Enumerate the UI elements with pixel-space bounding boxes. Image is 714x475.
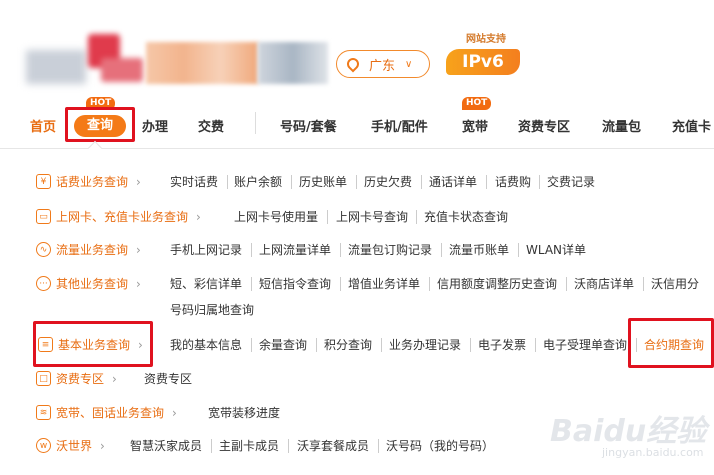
highlight-box-basic-query xyxy=(33,321,153,367)
menu-link[interactable]: 话费购 xyxy=(495,173,531,190)
menu-link[interactable]: 历史欠费 xyxy=(364,173,412,190)
menu-link[interactable]: 流量币账单 xyxy=(449,241,509,258)
chevron-right-icon: › xyxy=(112,371,117,386)
menu-link[interactable]: 增值业务详单 xyxy=(348,275,420,292)
nav-underline xyxy=(0,148,714,149)
menu-row: ··· 其他业务查询 › 短、彩信详单 短信指令查询 增值业务详单 信用额度调整… xyxy=(0,275,714,317)
menu-link[interactable]: 我的基本信息 xyxy=(170,336,242,353)
menu-link[interactable]: 手机上网记录 xyxy=(170,241,242,258)
category-label: 流量业务查询 xyxy=(56,243,129,257)
menu-link[interactable]: 上网卡号使用量 xyxy=(234,208,318,225)
menu-link[interactable]: 上网卡号查询 xyxy=(336,208,408,225)
menu-link[interactable]: 充值卡状态查询 xyxy=(424,208,508,225)
nav-broadband[interactable]: 宽带 xyxy=(462,116,488,135)
watermark-subtext: jingyan.baidu.com xyxy=(602,446,704,459)
nav-divider xyxy=(255,112,256,134)
chevron-down-icon: ∨ xyxy=(405,58,413,70)
menu-link[interactable]: 历史账单 xyxy=(299,173,347,190)
hot-badge: HOT xyxy=(462,97,492,110)
card-icon: ▭ xyxy=(36,209,51,224)
nav-tariff-zone[interactable]: 资费专区 xyxy=(518,116,570,135)
nav-home[interactable]: 首页 xyxy=(30,116,56,135)
menu-link[interactable]: 沃号码（我的号码） xyxy=(386,437,494,454)
yuan-icon: ¥ xyxy=(36,174,51,189)
nav-handle[interactable]: 办理 xyxy=(142,116,168,135)
menu-link[interactable]: 宽带装移进度 xyxy=(208,404,280,421)
category-label: 宽带、固话业务查询 xyxy=(56,406,165,420)
menu-category[interactable]: ▭ 上网卡、充值卡业务查询 › xyxy=(36,208,201,225)
location-pin-icon xyxy=(344,55,362,73)
broadband-icon: ≋ xyxy=(36,405,51,420)
menu-link[interactable]: 信用额度调整历史查询 xyxy=(437,275,557,292)
folder-icon: □ xyxy=(36,371,51,386)
menu-link[interactable]: 业务办理记录 xyxy=(389,336,461,353)
menu-link[interactable]: 沃享套餐成员 xyxy=(297,437,369,454)
nav-pay[interactable]: 交费 xyxy=(198,116,224,135)
chevron-right-icon: › xyxy=(196,209,201,224)
nav-phone-accessories[interactable]: 手机/配件 xyxy=(371,116,428,135)
highlight-box-contract-query xyxy=(628,318,714,368)
watermark-text: Baidu经验 xyxy=(550,414,707,449)
menu-link[interactable]: 余量查询 xyxy=(259,336,307,353)
site-logo[interactable] xyxy=(26,28,143,88)
menu-link[interactable]: 实时话费 xyxy=(170,173,218,190)
menu-category[interactable]: w 沃世界 › xyxy=(36,437,105,454)
menu-link[interactable]: 沃商店详单 xyxy=(574,275,634,292)
menu-link[interactable]: 短信指令查询 xyxy=(259,275,331,292)
menu-category[interactable]: ∿ 流量业务查询 › xyxy=(36,241,141,258)
menu-row: ▭ 上网卡、充值卡业务查询 › 上网卡号使用量 上网卡号查询 充值卡状态查询 xyxy=(0,208,714,234)
chevron-right-icon: › xyxy=(136,276,141,291)
traffic-wave-icon: ∿ xyxy=(36,242,51,257)
category-label: 话费业务查询 xyxy=(56,175,129,189)
category-label: 其他业务查询 xyxy=(56,277,129,291)
menu-link[interactable]: 流量包订购记录 xyxy=(348,241,432,258)
wo-world-icon: w xyxy=(36,438,51,453)
menu-link[interactable]: 账户余额 xyxy=(234,173,282,190)
nav-number-plan[interactable]: 号码/套餐 xyxy=(280,116,337,135)
nav-recharge-card[interactable]: 充值卡 xyxy=(672,116,711,135)
menu-link[interactable]: 号码归属地查询 xyxy=(170,301,254,318)
ipv6-badge-group: 网站支持 IPv6 xyxy=(446,30,526,78)
menu-row: ∿ 流量业务查询 › 手机上网记录 上网流量详单 流量包订购记录 流量币账单 W… xyxy=(0,241,714,267)
menu-category[interactable]: □ 资费专区 › xyxy=(36,370,117,387)
menu-link[interactable]: 积分查询 xyxy=(324,336,372,353)
baidu-watermark: Baidu经验 jingyan.baidu.com xyxy=(550,388,710,468)
category-label: 上网卡、充值卡业务查询 xyxy=(56,210,189,224)
menu-link[interactable]: 短、彩信详单 xyxy=(170,275,242,292)
menu-link[interactable]: 资费专区 xyxy=(144,370,192,387)
menu-link[interactable]: 智慧沃家成员 xyxy=(130,437,202,454)
ipv6-caption: 网站支持 xyxy=(466,34,506,45)
menu-category[interactable]: ¥ 话费业务查询 › xyxy=(36,173,141,190)
menu-link[interactable]: 电子发票 xyxy=(478,336,526,353)
menu-link[interactable]: 通话详单 xyxy=(429,173,477,190)
menu-category[interactable]: ≋ 宽带、固话业务查询 › xyxy=(36,404,177,421)
menu-link[interactable]: WLAN详单 xyxy=(526,241,586,258)
menu-link[interactable]: 电子受理单查询 xyxy=(543,336,627,353)
site-name-blurred xyxy=(146,42,328,84)
chevron-right-icon: › xyxy=(136,174,141,189)
menu-link[interactable]: 交费记录 xyxy=(547,173,595,190)
more-dots-icon: ··· xyxy=(36,276,51,291)
category-label: 资费专区 xyxy=(56,372,105,386)
menu-link[interactable]: 主副卡成员 xyxy=(219,437,279,454)
nav-data-pack[interactable]: 流量包 xyxy=(602,116,641,135)
city-label: 广东 xyxy=(369,58,396,74)
highlight-box-query xyxy=(65,107,135,142)
menu-link[interactable]: 上网流量详单 xyxy=(259,241,331,258)
menu-category[interactable]: ··· 其他业务查询 › xyxy=(36,275,141,292)
chevron-right-icon: › xyxy=(100,438,105,453)
chevron-right-icon: › xyxy=(136,242,141,257)
chevron-right-icon: › xyxy=(172,405,177,420)
category-label: 沃世界 xyxy=(56,439,93,453)
city-selector[interactable]: 广东 ∨ xyxy=(336,50,430,78)
menu-link[interactable]: 沃信用分 xyxy=(651,275,699,292)
menu-row: ¥ 话费业务查询 › 实时话费 账户余额 历史账单 历史欠费 通话详单 话费购 … xyxy=(0,173,714,199)
ipv6-badge: IPv6 xyxy=(446,49,520,75)
